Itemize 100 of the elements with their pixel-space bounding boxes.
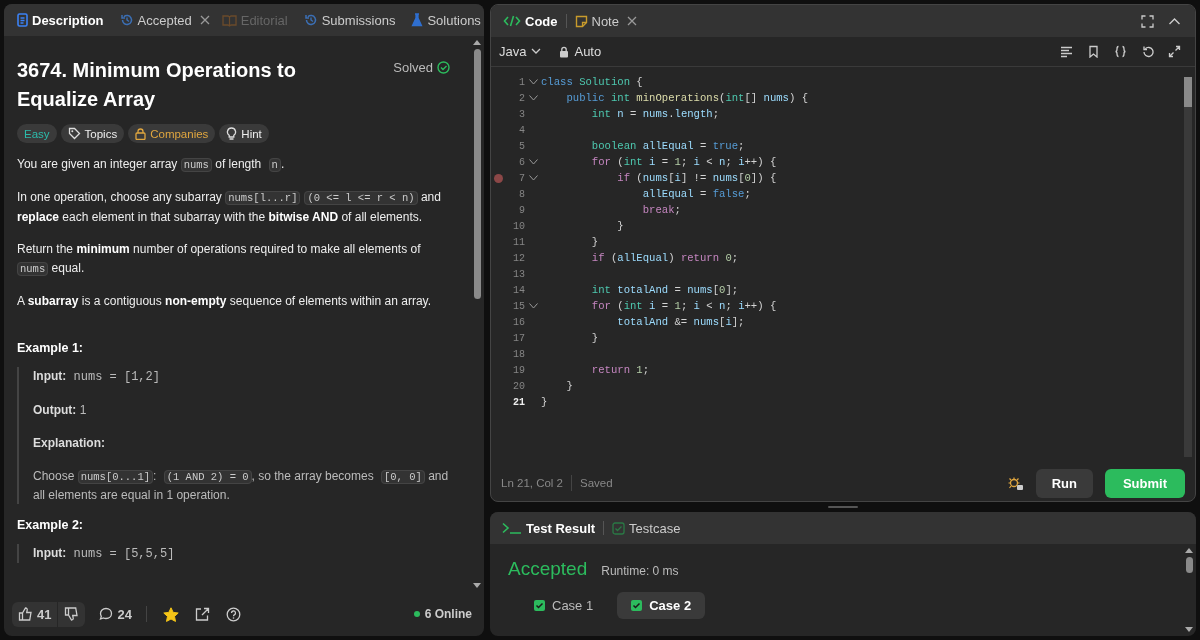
scrollbar-thumb[interactable] (473, 49, 481, 299)
line-number: 21 (512, 396, 525, 408)
line-number: 15 (512, 300, 525, 312)
tab[interactable]: Submissions (299, 10, 400, 30)
doc-icon (16, 13, 28, 27)
fold-chevron-icon[interactable] (528, 303, 538, 309)
code-line: for (int i = 1; i < n; i++) { (590, 156, 777, 168)
example-line: Input: nums = [1,2] (33, 368, 161, 386)
comments-button[interactable]: 24 (93, 601, 138, 627)
fold-chevron-icon[interactable] (528, 79, 538, 85)
line-number: 6 (518, 156, 525, 168)
breakpoint-dot[interactable] (494, 173, 503, 183)
line-number: 20 (512, 380, 525, 392)
description-paragraph: Return the minimum number of operations required to make all elements of nums equal. (17, 241, 422, 278)
lightbulb-icon (226, 127, 238, 140)
line-number: 7 (518, 172, 525, 184)
save-status: Saved (580, 477, 613, 489)
close-icon[interactable] (199, 15, 210, 25)
line-number: 1 (518, 76, 525, 88)
chevron-down-icon (531, 48, 542, 55)
share-icon[interactable] (194, 606, 210, 622)
bookmark-icon[interactable] (1087, 45, 1100, 58)
line-number: 13 (512, 268, 525, 280)
code-line: for (int i = 1; i < n; i++) { (590, 300, 777, 312)
tab[interactable]: Code (499, 11, 562, 31)
thumbs-up-icon (18, 607, 33, 621)
history-icon (119, 13, 134, 27)
tab[interactable]: Testcase (608, 518, 685, 538)
example-heading: Example 2: (17, 518, 84, 532)
braces-icon[interactable] (1114, 45, 1127, 58)
code-line: if (nums[i] != nums[0]) { (616, 172, 777, 184)
code-line: if (allEqual) return 0; (590, 252, 739, 264)
note-icon (574, 14, 588, 28)
line-number: 3 (518, 108, 525, 120)
example-heading: Example 1: (17, 341, 84, 355)
code-line: int n = nums.length; (590, 108, 720, 120)
line-number: 5 (518, 140, 525, 152)
line-number: 14 (512, 284, 525, 296)
line-number: 10 (512, 220, 525, 232)
explanation-text: Choose nums[0...1] : (1 AND 2) = 0 , so the array becomes [0, 0] and all elements are equal in 1 operation. (33, 468, 450, 504)
cursor-position: Ln 21, Col 2 (501, 477, 563, 489)
line-number: 16 (512, 316, 525, 328)
scrollbar-thumb[interactable] (1184, 77, 1192, 107)
line-number: 2 (518, 92, 525, 104)
code-line: } (565, 380, 573, 392)
language-dropdown[interactable]: Java (499, 44, 542, 59)
topics-button[interactable]: Topics (60, 124, 125, 143)
tab[interactable]: Solutions (407, 10, 484, 30)
description-paragraph: You are given an integer array nums of length n . (17, 156, 286, 174)
code-line: break; (641, 204, 681, 216)
tab[interactable]: Test Result (498, 518, 600, 538)
line-number: 4 (518, 124, 525, 136)
description-paragraph: In one operation, choose any subarray nums[l...r] (0 <= l <= r < n) and replace each element in that subarray with the bitwise AND of all elements. (17, 189, 442, 226)
auto-mode-button[interactable]: Auto (559, 44, 602, 59)
lock-icon (135, 127, 147, 140)
format-icon[interactable] (1060, 45, 1073, 58)
code-line: public int minOperations(int[] nums) { (565, 92, 809, 104)
scroll-down-icon (473, 583, 481, 588)
example-line: Explanation: (33, 435, 106, 452)
tab[interactable]: Note (570, 11, 623, 31)
scrollbar-thumb[interactable] (1185, 557, 1193, 573)
case-tab[interactable]: Case 2 (617, 592, 706, 619)
line-number: 19 (512, 364, 525, 376)
code-line: class Solution { (541, 76, 643, 88)
history-icon (303, 13, 318, 27)
lock-icon (559, 45, 570, 58)
scroll-up-icon (473, 40, 481, 45)
code-line: } (590, 236, 599, 248)
verdict-text: Accepted (508, 558, 588, 580)
description-paragraph: A subarray is a contiguous non-empty sequence of elements within an array. (17, 293, 432, 310)
scroll-up-icon (1185, 548, 1193, 553)
line-number: 8 (518, 188, 525, 200)
help-icon[interactable] (225, 606, 241, 622)
line-number: 17 (512, 332, 525, 344)
code-line: boolean allEqual = true; (590, 140, 745, 152)
fold-chevron-icon[interactable] (528, 175, 538, 181)
hint-button[interactable]: Hint (219, 124, 269, 143)
comment-icon (99, 607, 114, 621)
code-line: } (590, 332, 599, 344)
fold-chevron-icon[interactable] (528, 95, 538, 101)
example-line: Output: 1 (33, 402, 88, 419)
tag-icon (67, 127, 81, 140)
problem-title: 3674. Minimum Operations to Equalize Array (17, 58, 297, 112)
run-button[interactable]: Run (1035, 468, 1093, 498)
line-number: 9 (518, 204, 525, 216)
runtime-text: Runtime: 0 ms (601, 564, 679, 578)
thumbs-down-icon (64, 607, 80, 621)
close-icon[interactable] (626, 16, 637, 26)
fold-chevron-icon[interactable] (528, 159, 538, 165)
code-line: } (616, 220, 624, 232)
undo-icon[interactable] (1141, 45, 1154, 58)
case-tab[interactable]: Case 1 (520, 592, 608, 619)
tab[interactable]: Accepted (115, 10, 196, 30)
solved-status: Solved (393, 60, 433, 75)
tab[interactable]: Description (12, 10, 108, 30)
star-icon[interactable] (162, 606, 179, 622)
example-line: Input: nums = [5,5,5] (33, 545, 176, 563)
expand-icon[interactable] (1168, 45, 1181, 58)
code-line: int totalAnd = nums[0]; (590, 284, 739, 296)
companies-button[interactable]: Companies (128, 124, 216, 143)
